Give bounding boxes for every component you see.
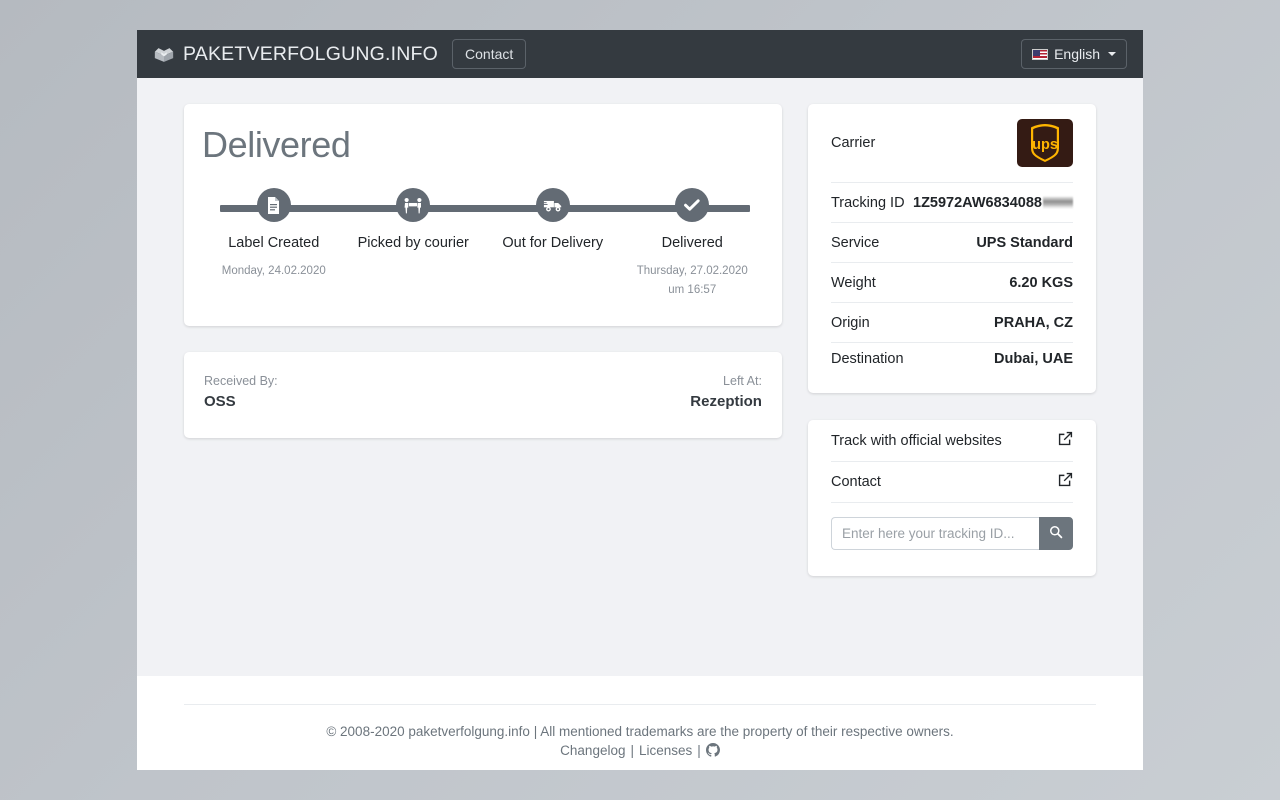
detail-key: Tracking ID [830,194,905,211]
detail-value: Dubai, UAE [994,351,1073,367]
file-document-icon [256,188,291,222]
received-by-label: Received By: [204,373,278,388]
language-label: English [1054,46,1100,62]
box-open-icon [153,46,175,63]
navbar: PAKETVERFOLGUNG.INFO Contact English [137,30,1143,78]
main-content: Delivered Label Created Monday, 24.02.20… [137,78,1143,707]
github-icon[interactable] [705,743,720,758]
timeline-step-date: Monday, 24.02.2020 [221,264,326,277]
detail-value: UPS Standard [976,234,1073,251]
timeline-step-delivered: Delivered Thursday, 27.02.2020 um 16:57 [623,188,763,300]
timeline-step-label-created: Label Created Monday, 24.02.2020 [204,188,344,300]
search-input[interactable] [830,517,1039,550]
detail-key: Origin [830,314,870,331]
detail-key: Carrier [830,135,876,151]
status-card: Delivered Label Created Monday, 24.02.20… [184,104,782,326]
footer-links: Changelog | Licenses | [137,743,1143,758]
redacted-bar [1043,196,1073,209]
licenses-link[interactable]: Licenses [639,743,692,758]
external-link-icon [1058,472,1073,492]
detail-row-origin: Origin PRAHA, CZ [830,302,1073,342]
shipping-truck-icon [535,188,570,222]
detail-row-weight: Weight 6.20 KGS [830,262,1073,302]
contact-nav-button[interactable]: Contact [452,39,527,69]
timeline-step-label: Out for Delivery [502,235,604,251]
detail-key: Destination [830,351,904,367]
external-link-icon [1058,431,1073,451]
left-at-value: Rezeption [690,392,762,410]
right-column: Carrier ups Tracking ID 1Z5972AW6834088 [807,104,1096,707]
language-dropdown[interactable]: English [1021,39,1127,69]
timeline-step-out-for-delivery: Out for Delivery [483,188,623,300]
changelog-link[interactable]: Changelog [560,743,625,758]
detail-row-tracking-id: Tracking ID 1Z5972AW6834088 [830,182,1073,222]
brand-logo[interactable]: PAKETVERFOLGUNG.INFO [153,43,438,66]
shipment-details-card: Carrier ups Tracking ID 1Z5972AW6834088 [807,104,1096,393]
timeline-step-date-text: Thursday, 27.02.2020 [636,264,748,277]
detail-key: Weight [830,274,876,291]
footer-separator: | [697,742,701,758]
link-label: Track with official websites [830,432,1002,449]
detail-row-service: Service UPS Standard [830,222,1073,262]
detail-value: 1Z5972AW6834088 [913,195,1073,211]
links-card: Track with official websites Contact [807,420,1096,576]
us-flag-icon [1032,48,1049,60]
delivery-progress-timeline: Label Created Monday, 24.02.2020 Picked … [202,188,764,300]
detail-row-carrier: Carrier ups [831,104,1073,182]
ups-logo-text: ups [1032,137,1058,153]
detail-value: PRAHA, CZ [994,314,1073,331]
ups-logo: ups [1017,119,1073,167]
footer-divider [184,704,1096,705]
timeline-step-picked-by-courier: Picked by courier [344,188,484,300]
left-at-label: Left At: [723,373,762,388]
timeline-step-label: Picked by courier [357,235,469,251]
tracking-search-form [830,502,1073,550]
detail-key: Service [830,234,880,251]
link-label: Contact [830,474,881,490]
received-by-block: Received By: OSS [204,374,278,410]
tracking-id-text: 1Z5972AW6834088 [913,194,1042,211]
timeline-step-time-text: um 16:57 [668,283,717,296]
detail-value: 6.20 KGS [1009,274,1073,291]
brand-name: PAKETVERFOLGUNG.INFO [183,42,439,65]
timeline-step-label: Delivered [661,235,723,251]
search-icon [1049,525,1063,542]
link-track-official-websites[interactable]: Track with official websites [831,420,1073,461]
link-contact[interactable]: Contact [830,461,1073,502]
timeline-step-date: Thursday, 27.02.2020 um 16:57 [637,262,748,300]
people-carry-icon [396,188,431,222]
left-column: Delivered Label Created Monday, 24.02.20… [184,104,782,707]
footer: © 2008-2020 paketverfolgung.info | All m… [137,676,1143,770]
timeline-step-label: Label Created [228,235,320,251]
search-button[interactable] [1039,517,1073,550]
left-at-block: Left At: Rezeption [690,374,762,410]
footer-copyright: © 2008-2020 paketverfolgung.info | All m… [326,724,954,739]
received-card: Received By: OSS Left At: Rezeption [184,351,782,438]
detail-row-destination: Destination Dubai, UAE [830,342,1073,393]
browser-viewport: PAKETVERFOLGUNG.INFO Contact English Del… [137,30,1143,770]
check-icon [675,188,710,222]
received-by-value: OSS [204,392,236,410]
page-title: Delivered [202,124,351,165]
chevron-down-icon [1108,52,1116,56]
footer-separator: | [630,742,634,758]
